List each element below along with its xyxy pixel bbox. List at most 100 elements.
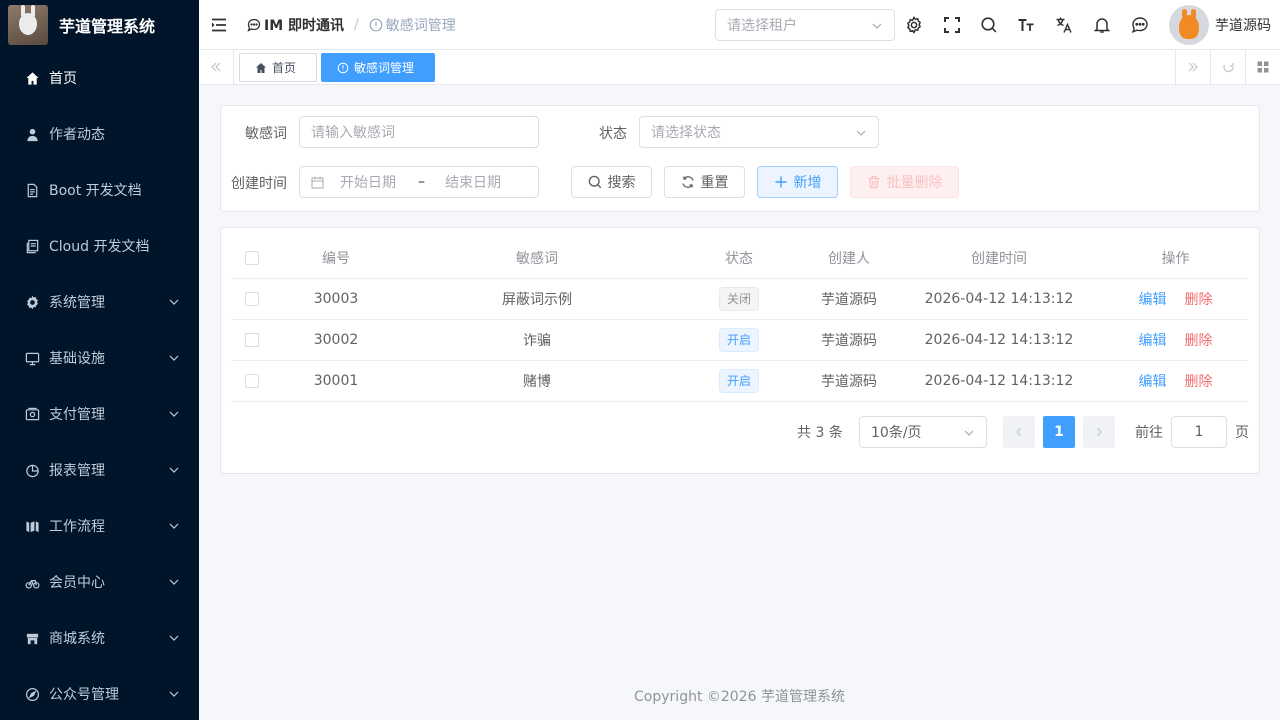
tags-menu-grid-icon[interactable] xyxy=(1245,50,1280,84)
tag-label: 敏感词管理 xyxy=(354,61,415,75)
date-range-separator: – xyxy=(418,174,425,190)
sidebar-item-cloud-docs[interactable]: Cloud 开发文档 xyxy=(0,218,199,274)
row-checkbox[interactable] xyxy=(245,373,259,388)
sidebar-item-author-news[interactable]: 作者动态 xyxy=(0,106,199,162)
search-button-label: 搜索 xyxy=(607,175,636,191)
scroll-left-icon[interactable] xyxy=(199,50,234,84)
table-row: 30002 诈骗 开启 芋道源码 2026-04-12 14:13:12 编辑 删… xyxy=(231,319,1248,361)
breadcrumb-item-im[interactable]: IM 即时通讯 xyxy=(247,15,344,35)
chevron-down-icon xyxy=(169,633,179,643)
edit-link[interactable]: 编辑 xyxy=(1139,374,1167,390)
home-icon xyxy=(256,62,266,73)
tag-home[interactable]: 首页 xyxy=(239,53,317,82)
documents-icon xyxy=(24,238,40,254)
chevron-down-icon xyxy=(169,689,179,699)
menu-toggle-icon[interactable] xyxy=(199,0,239,50)
row-checkbox[interactable] xyxy=(245,291,259,306)
column-header-id: 编号 xyxy=(273,238,399,279)
tag-sensitive-word[interactable]: 敏感词管理 xyxy=(321,53,435,82)
pie-chart-icon xyxy=(24,462,40,478)
chevron-down-icon xyxy=(169,577,179,587)
cell-word: 诈骗 xyxy=(399,319,675,361)
cell-created-time: 2026-04-12 14:13:12 xyxy=(895,278,1103,320)
cell-creator: 芋道源码 xyxy=(803,360,895,402)
sidebar-item-workflow[interactable]: 工作流程 xyxy=(0,498,199,554)
status-select[interactable]: 请选择状态 xyxy=(639,116,879,148)
cell-creator: 芋道源码 xyxy=(803,319,895,361)
edit-link[interactable]: 编辑 xyxy=(1139,292,1167,308)
logo-area[interactable]: 芋道管理系统 xyxy=(0,0,199,50)
sidebar-item-label: 会员中心 xyxy=(49,575,105,591)
column-header-actions: 操作 xyxy=(1103,238,1248,279)
wallet-icon xyxy=(24,406,40,422)
chevron-down-icon xyxy=(855,127,867,143)
page-size-select[interactable]: 10条/页 xyxy=(859,416,987,448)
translate-icon[interactable] xyxy=(1052,13,1076,37)
add-button[interactable]: 新增 xyxy=(757,166,838,198)
sidebar-item-label: 商城系统 xyxy=(49,631,105,647)
sidebar-item-member[interactable]: 会员中心 xyxy=(0,554,199,610)
table-row: 30003 屏蔽词示例 关闭 芋道源码 2026-04-12 14:13:12 … xyxy=(231,278,1248,320)
row-checkbox[interactable] xyxy=(245,332,259,347)
page-size-value: 10条/页 xyxy=(871,425,922,441)
page-number-current[interactable]: 1 xyxy=(1043,416,1075,448)
sidebar-item-system[interactable]: 系统管理 xyxy=(0,274,199,330)
user-menu[interactable]: 芋道源码 xyxy=(1169,5,1271,45)
delete-link[interactable]: 删除 xyxy=(1185,292,1213,308)
delete-link[interactable]: 删除 xyxy=(1185,374,1213,390)
chevron-down-icon xyxy=(169,353,179,363)
sidebar-item-label: Boot 开发文档 xyxy=(49,183,142,199)
logo-image xyxy=(8,5,48,45)
app-title: 芋道管理系统 xyxy=(59,17,156,36)
sidebar-item-home[interactable]: 首页 xyxy=(0,50,199,106)
table-panel: 编号 敏感词 状态 创建人 创建时间 操作 30003 屏蔽词示例 关闭 芋道源… xyxy=(220,227,1260,474)
status-badge: 关闭 xyxy=(718,286,759,311)
message-icon[interactable] xyxy=(1128,13,1152,37)
batch-delete-button[interactable]: 批量删除 xyxy=(850,166,959,198)
goto-page-input[interactable]: 1 xyxy=(1171,416,1227,448)
search-button[interactable]: 搜索 xyxy=(571,166,652,198)
breadcrumb-label: 敏感词管理 xyxy=(385,17,456,34)
cell-id: 30003 xyxy=(273,278,399,320)
sidebar-item-payment[interactable]: 支付管理 xyxy=(0,386,199,442)
prev-page-button[interactable] xyxy=(1003,416,1035,448)
settings-gear-icon[interactable] xyxy=(902,13,926,37)
search-icon[interactable] xyxy=(977,13,1001,37)
sidebar-item-infra[interactable]: 基础设施 xyxy=(0,330,199,386)
delete-link[interactable]: 删除 xyxy=(1185,333,1213,349)
sidebar-item-reports[interactable]: 报表管理 xyxy=(0,442,199,498)
scroll-right-icon[interactable] xyxy=(1175,50,1210,84)
sidebar-item-mall[interactable]: 商城系统 xyxy=(0,610,199,666)
refresh-icon[interactable] xyxy=(1210,50,1245,84)
tenant-select[interactable]: 请选择租户 xyxy=(715,9,895,41)
start-date-placeholder[interactable]: 开始日期 xyxy=(340,172,412,192)
word-input[interactable]: 请输入敏感词 xyxy=(299,116,539,148)
avatar xyxy=(1169,5,1209,45)
search-icon xyxy=(588,175,601,189)
reset-button[interactable]: 重置 xyxy=(664,166,745,198)
column-header-status: 状态 xyxy=(675,238,803,279)
fullscreen-icon[interactable] xyxy=(940,13,964,37)
bell-icon[interactable] xyxy=(1090,13,1114,37)
refresh-icon xyxy=(681,176,694,188)
next-page-button[interactable] xyxy=(1083,416,1115,448)
cell-creator: 芋道源码 xyxy=(803,278,895,320)
edit-link[interactable]: 编辑 xyxy=(1139,333,1167,349)
sidebar-item-boot-docs[interactable]: Boot 开发文档 xyxy=(0,162,199,218)
sidebar-item-label: 基础设施 xyxy=(49,351,105,367)
select-all-checkbox[interactable] xyxy=(245,250,259,265)
font-size-icon[interactable] xyxy=(1014,13,1038,37)
tag-label: 首页 xyxy=(272,61,297,75)
end-date-placeholder[interactable]: 结束日期 xyxy=(445,172,501,192)
date-range-picker[interactable]: 开始日期 – 结束日期 xyxy=(299,166,539,198)
created-time-label: 创建时间 xyxy=(231,176,287,192)
info-circle-icon xyxy=(337,62,349,73)
sidebar-item-label: 支付管理 xyxy=(49,407,105,423)
status-badge: 开启 xyxy=(718,327,759,352)
sidebar-menu: 首页 作者动态 Boot 开发文档 Cloud 开发文档 系统管理 基础设施 支… xyxy=(0,50,199,720)
user-icon xyxy=(24,126,40,142)
sidebar-item-wechat-mp[interactable]: 公众号管理 xyxy=(0,666,199,720)
sidebar-item-label: 系统管理 xyxy=(49,295,105,311)
sidebar-item-label: 公众号管理 xyxy=(49,687,119,703)
plus-icon xyxy=(775,176,786,188)
